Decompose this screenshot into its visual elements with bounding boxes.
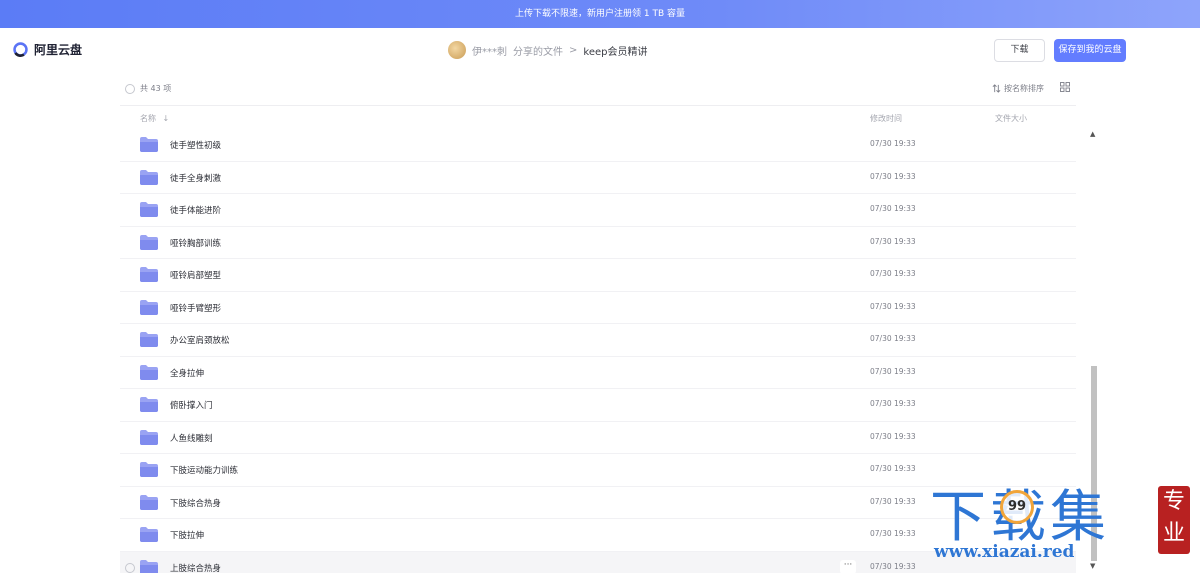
aliyun-drive-logo-icon	[13, 42, 28, 57]
list-item[interactable]: 哑铃肩部塑型 07/30 19:33	[120, 259, 1076, 292]
logo-text: 阿里云盘	[34, 43, 83, 57]
file-name: 上肢综合热身	[170, 563, 222, 573]
promo-banner[interactable]: 上传下载不限速，新用户注册领 1 TB 容量	[0, 0, 1200, 28]
file-date: 07/30 19:33	[870, 171, 916, 181]
folder-icon	[140, 267, 158, 282]
folder-icon	[140, 462, 158, 477]
download-button[interactable]: 下载	[994, 39, 1045, 62]
folder-icon	[140, 364, 158, 380]
promo-banner-text: 上传下载不限速，新用户注册领 1 TB 容量	[515, 9, 685, 19]
list-item[interactable]: 办公室肩颈放松 07/30 19:33	[120, 324, 1076, 357]
file-date: 07/30 19:33	[870, 431, 916, 441]
column-name-label: 名称	[140, 114, 156, 123]
avatar	[448, 41, 466, 59]
file-date: 07/30 19:33	[870, 561, 916, 571]
sharer-name[interactable]: 伊***刺	[472, 43, 507, 58]
folder-icon	[140, 332, 158, 347]
file-name: 办公室肩颈放松	[170, 336, 230, 346]
select-all-checkbox[interactable]	[125, 84, 135, 94]
file-date: 07/30 19:33	[870, 496, 916, 506]
folder-icon	[140, 169, 158, 185]
column-size[interactable]: 文件大小	[995, 113, 1027, 124]
list-item[interactable]: 全身拉伸 07/30 19:33	[120, 357, 1076, 389]
sort-label: 按名称排序	[1004, 84, 1044, 93]
folder-icon	[140, 299, 158, 315]
column-name[interactable]: 名称 ↓	[140, 113, 169, 124]
file-name: 下肢运动能力训练	[170, 466, 239, 476]
more-actions-button[interactable]: ···	[840, 559, 856, 573]
watermark-seal: 专业	[1158, 486, 1190, 554]
sort-down-arrow-icon: ↓	[162, 114, 170, 123]
scroll-up-arrow-icon[interactable]: ▲	[1090, 130, 1095, 138]
file-date: 07/30 19:33	[870, 334, 916, 343]
file-name: 俯卧撑入门	[170, 401, 213, 411]
column-header: 名称 ↓ 修改时间 文件大小	[120, 105, 1076, 129]
file-date: 07/30 19:33	[870, 366, 916, 376]
folder-icon	[140, 429, 158, 445]
file-name: 哑铃胸部训练	[170, 238, 222, 249]
file-name: 徒手塑性初级	[170, 141, 222, 151]
file-name: 下肢拉伸	[170, 531, 205, 541]
file-date: 07/30 19:33	[870, 301, 916, 311]
file-name: 下肢综合热身	[170, 498, 222, 509]
current-folder: keep会员精讲	[583, 46, 648, 58]
list-item[interactable]: 俯卧撑入门 07/30 19:33	[120, 389, 1076, 422]
list-item[interactable]: 徒手塑性初级 07/30 19:33	[120, 129, 1076, 162]
list-item[interactable]: 徒手体能进阶 07/30 19:33	[120, 194, 1076, 227]
sort-icon	[992, 84, 1001, 93]
watermark-badge: 99	[1000, 490, 1034, 524]
list-item[interactable]: 哑铃手臂塑形 07/30 19:33	[120, 292, 1076, 324]
item-count: 共 43 项	[140, 84, 172, 93]
list-item[interactable]: 徒手全身刺激 07/30 19:33	[120, 162, 1076, 194]
column-modified[interactable]: 修改时间	[870, 113, 902, 124]
file-date: 07/30 19:33	[870, 529, 916, 538]
file-name: 人鱼线雕刻	[170, 433, 213, 444]
folder-icon	[140, 559, 158, 573]
list-toolbar: 共 43 项 按名称排序	[120, 78, 1076, 100]
logo[interactable]: 阿里云盘	[12, 41, 82, 58]
sort-button[interactable]: 按名称排序	[992, 83, 1044, 94]
save-to-drive-button[interactable]: 保存到我的云盘	[1054, 39, 1126, 62]
row-checkbox[interactable]	[125, 562, 135, 573]
list-item[interactable]: 哑铃胸部训练 07/30 19:33	[120, 227, 1076, 259]
shared-files-label[interactable]: 分享的文件	[513, 43, 563, 58]
file-date: 07/30 19:33	[870, 399, 916, 408]
file-date: 07/30 19:33	[870, 204, 916, 213]
file-date: 07/30 19:33	[870, 236, 916, 246]
list-item[interactable]: 人鱼线雕刻 07/30 19:33	[120, 422, 1076, 454]
folder-icon	[140, 397, 158, 412]
folder-icon	[140, 234, 158, 250]
breadcrumb: 伊***刺 分享的文件 > keep会员精讲	[448, 41, 647, 59]
folder-icon	[140, 202, 158, 217]
folder-icon	[140, 527, 158, 542]
breadcrumb-separator: >	[569, 44, 578, 56]
grid-view-icon[interactable]	[1060, 82, 1070, 92]
file-date: 07/30 19:33	[870, 269, 916, 278]
file-name: 哑铃肩部塑型	[170, 271, 222, 281]
file-name: 哑铃手臂塑形	[170, 303, 222, 314]
watermark-url: www.xiazai.red	[934, 542, 1075, 562]
file-name: 徒手体能进阶	[170, 206, 222, 216]
file-date: 07/30 19:33	[870, 464, 916, 473]
file-date: 07/30 19:33	[870, 139, 916, 148]
folder-icon	[140, 494, 158, 510]
file-name: 全身拉伸	[170, 368, 205, 379]
watermark: 下载集 99 www.xiazai.red 专业	[920, 470, 1200, 573]
file-name: 徒手全身刺激	[170, 173, 222, 184]
folder-icon	[140, 137, 158, 152]
